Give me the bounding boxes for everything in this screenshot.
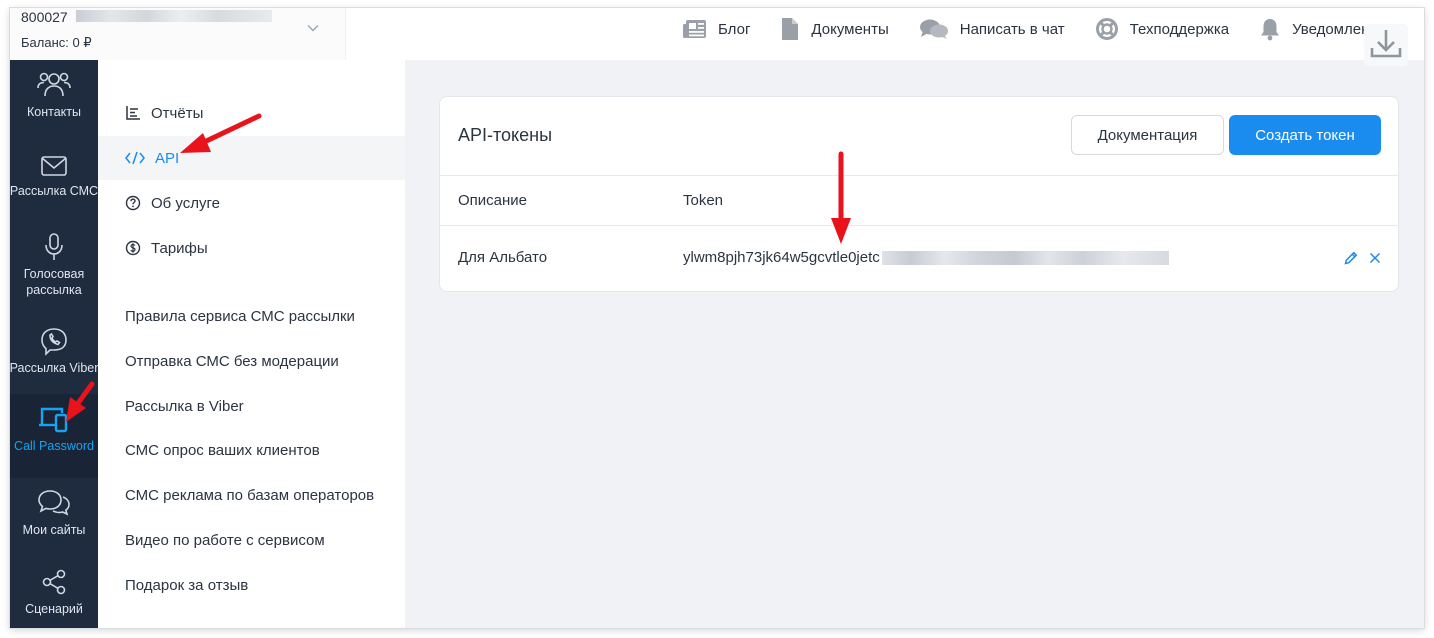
link-review-gift[interactable]: Подарок за отзыв: [125, 577, 248, 594]
question-icon: [125, 195, 141, 211]
account-number: 800027: [21, 9, 68, 25]
main-sidebar: Контакты Рассылка СМС Голосовая рассылка: [10, 60, 98, 628]
sidebar-item-sms[interactable]: Рассылка СМС: [10, 153, 98, 199]
submenu-item-label: Об услуге: [151, 194, 220, 212]
account-number-blur: [76, 10, 272, 22]
bell-icon: [1261, 19, 1280, 41]
link-sms-survey[interactable]: СМС опрос ваших клиентов: [125, 442, 320, 459]
nav-blog-label: Блог: [718, 20, 751, 38]
sidebar-item-viber[interactable]: Рассылка Viber: [10, 326, 98, 376]
chevron-down-icon[interactable]: [306, 21, 320, 35]
sidebar-item-label: Сценарий: [25, 602, 83, 616]
top-nav: Блог Документы Написать в чат Техподдерж…: [682, 17, 1386, 41]
chat-icon: [919, 19, 948, 39]
chart-icon: [126, 106, 140, 120]
nav-chat[interactable]: Написать в чат: [919, 18, 1065, 40]
link-sms-no-moderation[interactable]: Отправка СМС без модерации: [125, 353, 339, 370]
code-icon: [125, 151, 145, 165]
table-row: Для Альбато ylwm8pjh73jk64w5gcvtle0jetc: [440, 226, 1398, 291]
column-header-token: Token: [683, 192, 724, 209]
sidebar-item-label: Контакты: [27, 105, 81, 119]
create-token-button[interactable]: Создать токен: [1229, 115, 1381, 155]
nav-documents-label: Документы: [811, 20, 889, 38]
submenu-item-label: Тарифы: [151, 239, 208, 257]
contacts-icon: [37, 72, 71, 97]
sidebar-item-contacts[interactable]: Контакты: [10, 70, 98, 120]
download-icon: [1370, 30, 1402, 58]
viber-icon: [41, 328, 67, 356]
nav-documents[interactable]: Документы: [780, 17, 889, 41]
lifebuoy-icon: [1095, 18, 1118, 40]
submenu-item-label: API: [155, 149, 180, 167]
sidebar-item-label: Call Password: [14, 439, 94, 453]
documentation-button[interactable]: Документация: [1071, 115, 1224, 155]
top-bar: 800027 Баланс: 0 ₽ Блог Документы Написа…: [10, 8, 1424, 66]
link-sms-ads[interactable]: СМС реклама по базам операторов: [125, 487, 374, 504]
share-icon: [42, 569, 66, 595]
token-blur: [882, 251, 1169, 265]
sidebar-item-scenario[interactable]: Сценарий: [10, 567, 98, 617]
submenu-item-about[interactable]: Об услуге: [98, 181, 405, 225]
sidebar-item-label: Рассылка СМС: [10, 184, 98, 198]
coin-icon: [125, 240, 141, 256]
section-submenu: Отчёты API Об услуге Тарифы Правила серв…: [98, 60, 405, 628]
app-window: 800027 Баланс: 0 ₽ Блог Документы Написа…: [10, 8, 1424, 628]
nav-blog[interactable]: Блог: [682, 19, 750, 39]
submenu-item-reports[interactable]: Отчёты: [98, 91, 405, 135]
delete-icon[interactable]: [1367, 250, 1383, 266]
account-switcher[interactable]: 800027 Баланс: 0 ₽: [10, 8, 346, 60]
document-icon: [782, 18, 799, 40]
devices-icon: [39, 407, 68, 433]
sidebar-item-label: Голосовая рассылка: [23, 267, 85, 297]
sidebar-item-voice[interactable]: Голосовая рассылка: [10, 232, 98, 298]
edit-icon[interactable]: [1343, 250, 1359, 266]
sidebar-item-call-password[interactable]: Call Password: [10, 394, 98, 478]
account-balance: Баланс: 0 ₽: [21, 35, 92, 50]
link-sms-rules[interactable]: Правила сервиса СМС рассылки: [125, 308, 355, 325]
row-token: ylwm8pjh73jk64w5gcvtle0jetc: [683, 249, 880, 266]
submenu-item-api[interactable]: API: [98, 136, 405, 180]
submenu-item-label: Отчёты: [151, 104, 204, 122]
submenu-item-tariffs[interactable]: Тарифы: [98, 226, 405, 270]
sites-chat-icon: [38, 490, 70, 516]
card-title: API-токены: [458, 125, 553, 145]
row-description: Для Альбато: [458, 249, 548, 266]
api-tokens-card: API-токены Документация Создать токен Оп…: [439, 96, 1399, 292]
nav-chat-label: Написать в чат: [959, 20, 1065, 38]
download-button[interactable]: [1364, 24, 1408, 66]
link-viber-mailing[interactable]: Рассылка в Viber: [125, 398, 244, 415]
column-header-description: Описание: [458, 192, 528, 209]
link-video-tutorial[interactable]: Видео по работе с сервисом: [125, 532, 325, 549]
sidebar-item-label: Мои сайты: [22, 523, 86, 537]
sidebar-item-sites[interactable]: Мои сайты: [10, 488, 98, 538]
microphone-icon: [45, 233, 63, 260]
envelope-icon: [41, 156, 67, 176]
sidebar-item-label: Рассылка Viber: [10, 361, 98, 375]
newspaper-icon: [683, 20, 706, 38]
nav-support-label: Техподдержка: [1129, 20, 1230, 38]
nav-support[interactable]: Техподдержка: [1095, 17, 1229, 41]
table-header: Описание Token: [440, 175, 1398, 226]
